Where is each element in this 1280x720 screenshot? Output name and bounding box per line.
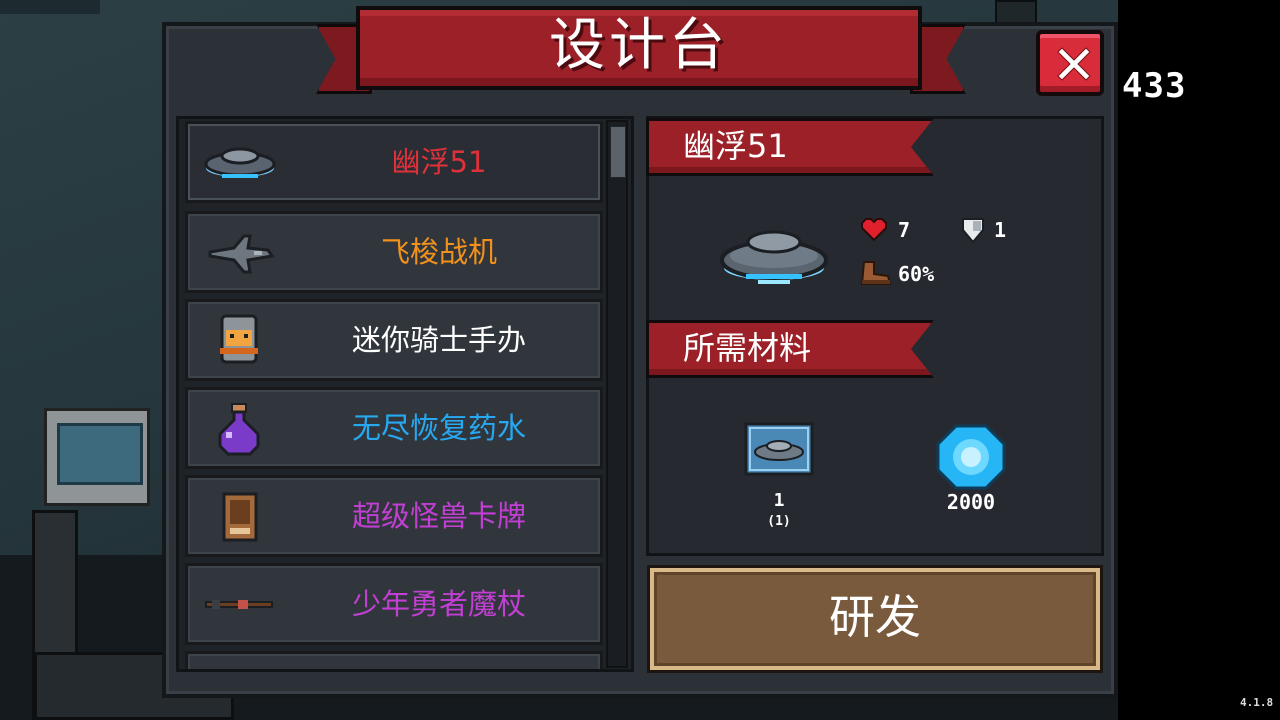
hp-value: 7 xyxy=(898,218,911,242)
speed-value: 60% xyxy=(898,262,935,286)
list-item-label: 飞梭战机 xyxy=(380,235,497,269)
monster-card-icon xyxy=(222,492,258,542)
potion-icon xyxy=(218,403,260,456)
blueprint-list[interactable]: 幽浮51 飞梭战机 迷你骑士手办 无尽恢复药水 超级怪兽卡牌 少年勇者魔杖 xyxy=(176,116,634,672)
list-item-label: 幽浮51 xyxy=(391,145,487,179)
armor-shield-icon xyxy=(962,218,984,244)
list-item[interactable] xyxy=(185,651,603,669)
close-icon xyxy=(1057,47,1091,81)
research-button[interactable]: 研发 xyxy=(647,565,1103,673)
armor-value: 1 xyxy=(994,218,1007,242)
title-ribbon: 设计台 xyxy=(356,6,922,90)
background-dark-area xyxy=(1118,0,1280,720)
gem-cost: 2000 xyxy=(946,490,996,514)
close-button[interactable] xyxy=(1036,30,1104,96)
wand-icon xyxy=(205,600,273,609)
page-title: 设计台 xyxy=(549,13,729,78)
list-scrollbar[interactable] xyxy=(606,120,628,668)
materials-title: 所需材料 xyxy=(683,329,812,367)
item-name-tag: 幽浮51 xyxy=(646,118,934,176)
ufo-preview-icon xyxy=(720,230,828,284)
blueprint-icon xyxy=(744,422,814,476)
item-name: 幽浮51 xyxy=(683,127,788,165)
list-item[interactable]: 飞梭战机 xyxy=(185,211,603,293)
blueprint-owned: (1) xyxy=(767,514,791,529)
research-button-label: 研发 xyxy=(829,590,921,644)
list-item-label: 超级怪兽卡牌 xyxy=(351,499,526,533)
materials-tag: 所需材料 xyxy=(646,320,934,378)
gem-icon xyxy=(936,424,1006,490)
boot-speed-icon xyxy=(860,261,892,285)
version-label: 4.1.8 xyxy=(1240,696,1274,709)
background-monitor xyxy=(44,408,150,506)
ufo-icon xyxy=(204,147,276,178)
list-item-label: 迷你骑士手办 xyxy=(351,323,526,357)
coin-count: 433 xyxy=(1122,66,1187,106)
list-item-label: 少年勇者魔杖 xyxy=(351,587,526,621)
scrollbar-thumb[interactable] xyxy=(610,126,626,178)
blueprint-count: 1 xyxy=(773,490,785,511)
list-item[interactable]: 无尽恢复药水 xyxy=(185,387,603,469)
knight-figure-icon xyxy=(220,314,258,364)
list-item[interactable]: 少年勇者魔杖 xyxy=(185,563,603,645)
fighter-jet-icon xyxy=(208,234,275,274)
list-item[interactable]: 幽浮51 xyxy=(185,121,603,203)
list-item-label: 无尽恢复药水 xyxy=(351,411,526,445)
list-item[interactable]: 迷你骑士手办 xyxy=(185,299,603,381)
heart-icon xyxy=(861,218,887,242)
list-item[interactable]: 超级怪兽卡牌 xyxy=(185,475,603,557)
background-ledge xyxy=(0,0,100,14)
